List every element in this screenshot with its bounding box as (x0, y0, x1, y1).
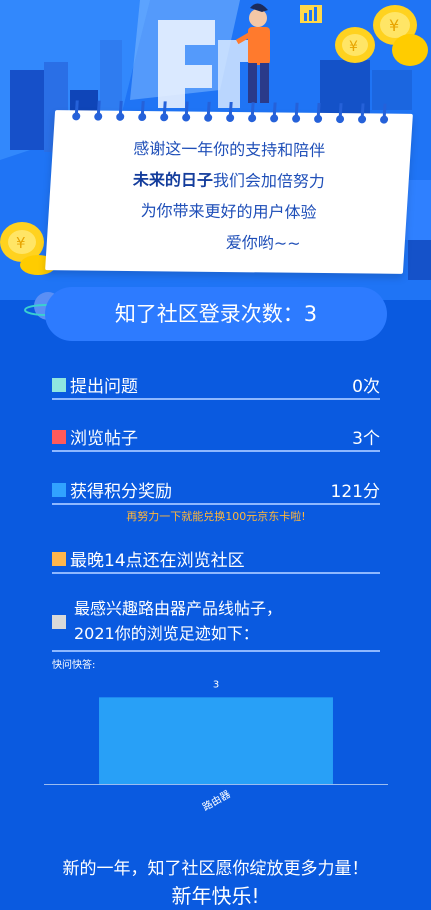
chart-title: 快问快答: (52, 660, 96, 671)
calendar-line-1: 感谢这一年你的支持和陪伴 (133, 138, 326, 160)
legend-square (52, 378, 66, 392)
calendar-line-2-rest: 我们会加倍努力 (212, 170, 325, 192)
calendar-line-2: 未来的日子我们会加倍努力 (50, 163, 408, 198)
stat-row-questions: 提出问题 0次 (52, 370, 380, 400)
calendar-rings (72, 100, 389, 124)
legend-square (52, 430, 66, 444)
greeting-calendar-card: 感谢这一年你的支持和陪伴 未来的日子我们会加倍努力 为你带来更好的用户体验 爱你… (45, 100, 413, 274)
page: ¥ ¥ ¥ 感谢这一年你的支持和陪伴 未来的日子我们会加倍努力 为你带来更好的用… (0, 0, 431, 910)
stat-label: 提出问题 (70, 377, 138, 397)
reward-hint: 再努力一下就能兑换100元京东卡啦! (126, 510, 306, 523)
svg-text:¥: ¥ (349, 39, 358, 55)
stat-value: 0次 (352, 377, 380, 397)
stat-label: 获得积分奖励 (70, 482, 172, 502)
legend-square (52, 552, 66, 566)
stat-value: 3个 (352, 429, 380, 449)
calendar-line-2-bold: 未来的日子 (132, 169, 214, 190)
data-label: 3 (213, 679, 219, 690)
svg-text:¥: ¥ (389, 16, 399, 35)
bar-路由器 (99, 697, 333, 784)
stat-value: 121分 (330, 482, 380, 502)
interest-line-2: 2021你的浏览足迹如下： (74, 624, 259, 643)
stat-label: 最晚14点还在浏览社区 (70, 551, 245, 571)
interest-text: 最感兴趣路由器产品线帖子， 2021你的浏览足迹如下： (74, 596, 282, 646)
stat-row-posts-viewed: 浏览帖子 3个 (52, 422, 380, 452)
legend-square (52, 615, 66, 629)
footer-message: 新的一年，知了社区愿你绽放更多力量！ (62, 859, 369, 879)
calendar-message: 感谢这一年你的支持和陪伴 未来的日子我们会加倍努力 为你带来更好的用户体验 爱你… (49, 132, 408, 260)
svg-text:¥: ¥ (16, 234, 26, 252)
footer-greeting: 新年快乐! (171, 884, 260, 908)
login-count-banner: 知了社区登录次数：3 (45, 287, 387, 341)
category-bar-chart: 3 路由器 (44, 679, 388, 814)
stat-row-points: 获得积分奖励 121分 (52, 475, 380, 505)
legend-square (52, 483, 66, 497)
stat-row-latest-time: 最晚14点还在浏览社区 (52, 544, 380, 574)
stat-label: 浏览帖子 (70, 429, 138, 449)
calendar-line-3: 为你带来更好的用户体验 (140, 201, 317, 222)
interest-summary: 最感兴趣路由器产品线帖子， 2021你的浏览足迹如下： (52, 596, 380, 652)
x-tick-label: 路由器 (200, 787, 232, 813)
calendar-line-4: 爱你哟~~ (225, 232, 301, 253)
interest-line-1: 最感兴趣路由器产品线帖子， (74, 599, 283, 618)
